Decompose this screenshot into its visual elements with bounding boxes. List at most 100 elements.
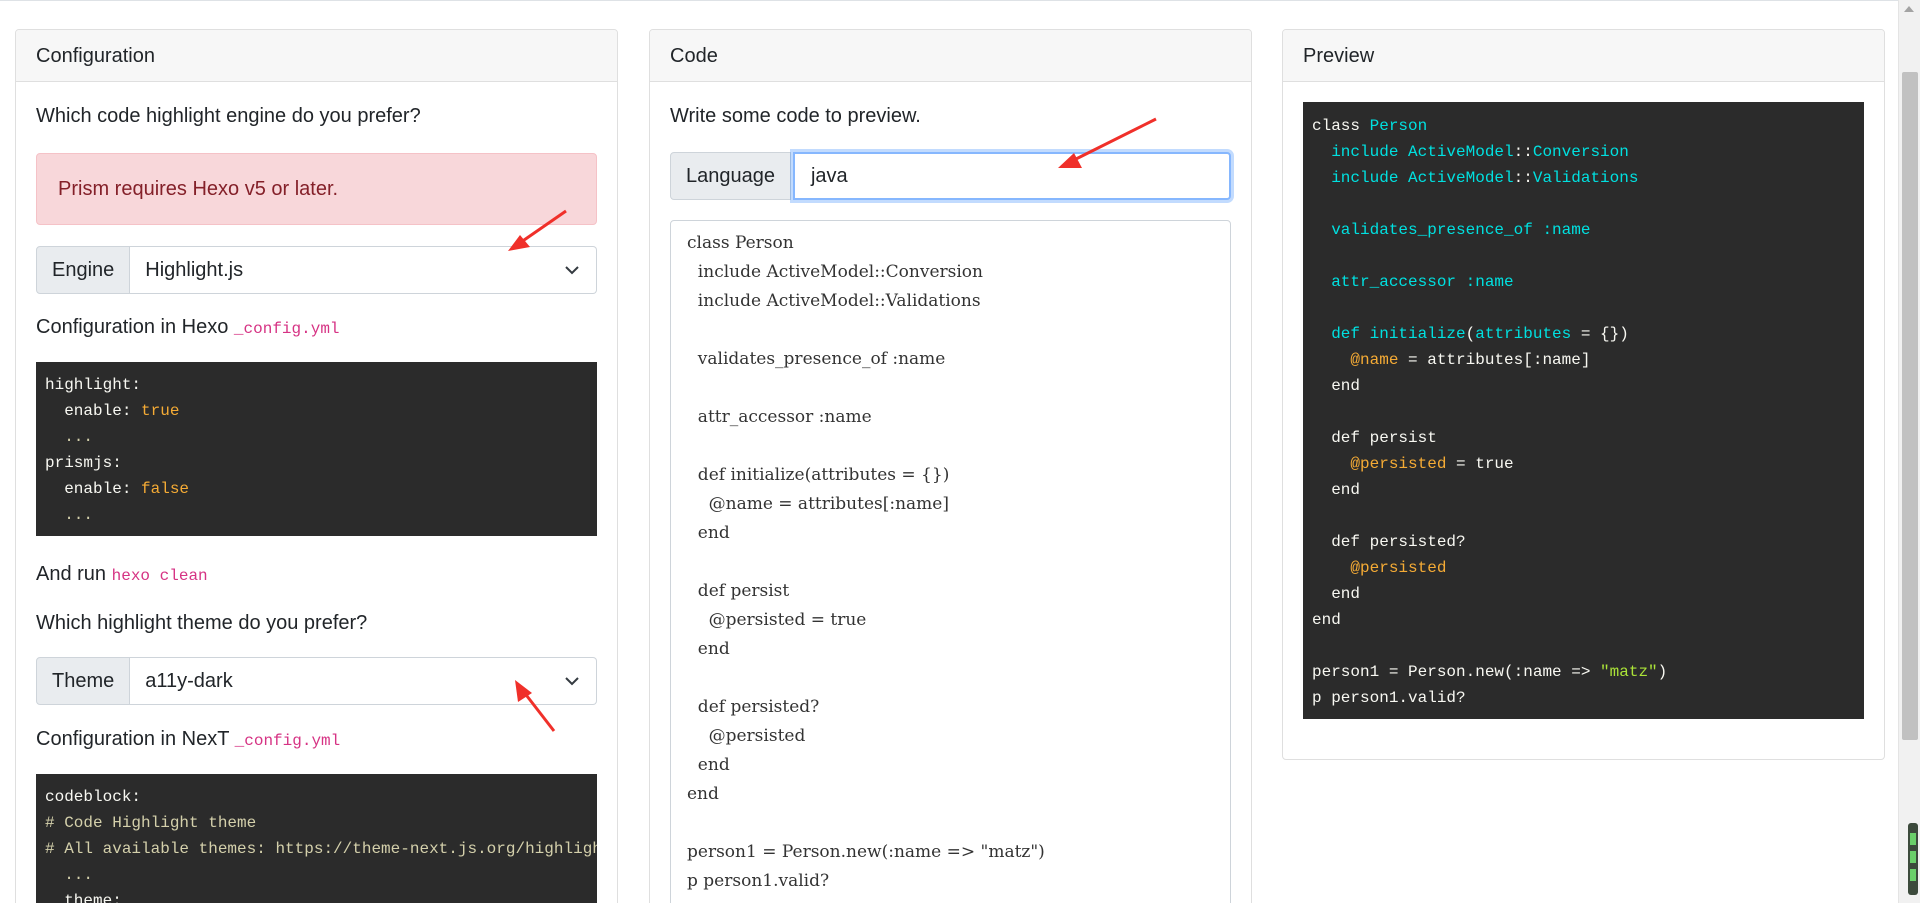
code-line: @persisted = true	[687, 610, 867, 630]
preview-code-token: (	[1465, 325, 1476, 343]
hexo-code-token: ...	[45, 428, 94, 446]
preview-code-token: @name	[1350, 351, 1399, 369]
code-line: person1 = Person.new(:name => "matz")	[687, 842, 1045, 862]
page-scrollbar[interactable]	[1898, 0, 1920, 903]
preview-code-token: p person1.valid?	[1312, 689, 1466, 707]
prism-alert: Prism requires Hexo v5 or later.	[36, 153, 597, 225]
hexo-code-line: enable: false	[45, 476, 597, 502]
code-line: p person1.valid?	[687, 871, 830, 891]
preview-code-token: attr_accessor	[1312, 273, 1466, 291]
language-label: Language	[670, 152, 791, 200]
preview-header: Preview	[1283, 30, 1884, 82]
hexo-code-line: highlight:	[45, 372, 597, 398]
hexo-code-line: ...	[45, 502, 597, 528]
code-card: Code Write some code to preview. Languag…	[649, 29, 1252, 903]
code-line: end	[687, 784, 719, 804]
code-line: validates_presence_of :name	[687, 349, 946, 369]
hexo-code-line: enable: true	[45, 398, 597, 424]
hexo-config-prefix: Configuration in Hexo	[36, 316, 229, 338]
next-config-label: Configuration in NexT _config.yml	[36, 727, 340, 753]
preview-code-token: def persist	[1312, 429, 1437, 447]
preview-code-line: end	[1312, 581, 1864, 607]
preview-code-line: person1 = Person.new(:name => "matz")	[1312, 659, 1864, 685]
theme-question: Which highlight theme do you prefer?	[36, 612, 368, 634]
engine-select-value: Highlight.js	[145, 259, 244, 281]
next-code-line: ...	[45, 862, 597, 888]
theme-select-value: a11y-dark	[145, 670, 233, 692]
preview-code-line: include ActiveModel::Conversion	[1312, 139, 1864, 165]
next-code-token: # All available themes: https://theme-ne…	[45, 840, 597, 858]
code-line: def persisted?	[687, 697, 820, 717]
language-input[interactable]: java	[792, 152, 1231, 200]
next-code-token: codeblock:	[45, 788, 142, 806]
next-code-token: # Code Highlight theme	[45, 814, 257, 832]
preview-code-line: validates_presence_of :name	[1312, 217, 1864, 243]
code-line: include ActiveModel::Validations	[687, 291, 981, 311]
preview-code-line	[1312, 633, 1864, 659]
preview-code-token: ::	[1513, 169, 1533, 187]
hexo-code-line: prismjs:	[45, 450, 597, 476]
hexo-config-file: _config.yml	[233, 320, 340, 338]
preview-code-token: attributes	[1475, 325, 1572, 343]
code-line: include ActiveModel::Conversion	[687, 262, 983, 282]
preview-code-token: ::	[1513, 143, 1533, 161]
preview-code-token: def	[1312, 325, 1370, 343]
run-prefix: And run	[36, 563, 107, 585]
preview-code-token: end	[1312, 377, 1361, 395]
code-line: class Person	[687, 233, 794, 253]
hexo-code-token: ...	[45, 506, 94, 524]
preview-code-token: "matz"	[1600, 663, 1658, 681]
theme-select[interactable]: a11y-dark	[130, 657, 597, 705]
chevron-down-icon	[565, 266, 579, 275]
preview-code-line: end	[1312, 373, 1864, 399]
preview-code-line	[1312, 295, 1864, 321]
code-line: @name = attributes[:name]	[687, 494, 949, 514]
preview-code-token: include	[1312, 169, 1409, 187]
next-code-line: codeblock:	[45, 784, 597, 810]
preview-code-token: class	[1312, 117, 1370, 135]
preview-code-token: ActiveModel	[1408, 169, 1514, 187]
code-textarea[interactable]: class Person include ActiveModel::Conver…	[670, 220, 1231, 903]
preview-code-token	[1312, 559, 1350, 577]
next-code-token: ...	[45, 866, 94, 884]
preview-code-line: p person1.valid?	[1312, 685, 1864, 711]
preview-code-line: include ActiveModel::Validations	[1312, 165, 1864, 191]
preview-code-line	[1312, 243, 1864, 269]
theme-label: Theme	[36, 657, 131, 705]
preview-code-line	[1312, 399, 1864, 425]
hexo-code-line: ...	[45, 424, 597, 450]
next-config-code-block: codeblock: # Code Highlight theme # All av…	[36, 774, 597, 903]
preview-code-line: end	[1312, 477, 1864, 503]
preview-code-token: person1 = Person.new(:name =>	[1312, 663, 1601, 681]
next-code-token: theme:	[45, 892, 122, 903]
hexo-code-token: true	[141, 402, 180, 420]
tray-widget	[1908, 823, 1918, 895]
preview-code-token: ActiveModel	[1408, 143, 1514, 161]
preview-code-token: @persisted	[1350, 455, 1447, 473]
preview-code-token: def persisted?	[1312, 533, 1466, 551]
configuration-card: Configuration Which code highlight engin…	[15, 29, 618, 903]
code-line: @persisted	[687, 726, 806, 746]
engine-select[interactable]: Highlight.js	[130, 246, 597, 294]
engine-select-group: Engine Highlight.js	[36, 246, 597, 294]
preview-code-line: @persisted	[1312, 555, 1864, 581]
next-code-line: theme:	[45, 888, 597, 903]
code-line: end	[687, 523, 730, 543]
preview-code-line: def persisted?	[1312, 529, 1864, 555]
scrollbar-thumb[interactable]	[1902, 72, 1918, 740]
hexo-code-token: false	[141, 480, 190, 498]
code-line: end	[687, 755, 730, 775]
preview-code-token: Conversion	[1532, 143, 1629, 161]
preview-code-line: @persisted = true	[1312, 451, 1864, 477]
hexo-config-label: Configuration in Hexo _config.yml	[36, 315, 340, 341]
preview-code-token: :name	[1465, 273, 1514, 291]
scroll-up-icon[interactable]	[1904, 6, 1914, 12]
configuration-header: Configuration	[16, 30, 617, 82]
next-config-file: _config.yml	[234, 732, 341, 750]
preview-code-token	[1312, 455, 1350, 473]
